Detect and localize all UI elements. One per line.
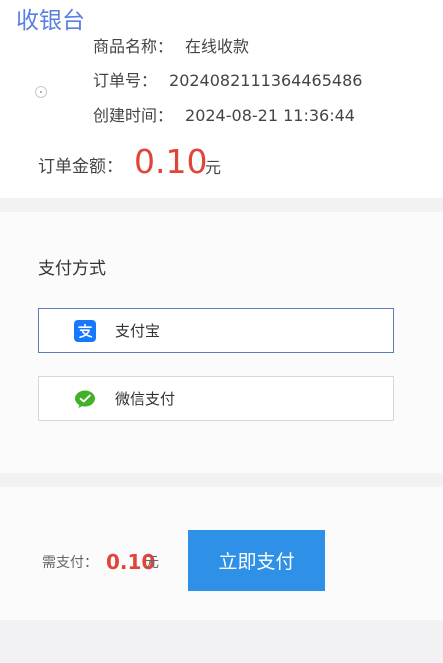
product-name-label: 商品名称： bbox=[93, 37, 174, 56]
wechat-pay-option-label: 微信支付 bbox=[115, 390, 176, 408]
product-name-row: 商品名称： 在线收款 bbox=[93, 35, 249, 59]
order-amount-value: 0.10 bbox=[134, 142, 208, 181]
bottom-spacer bbox=[0, 620, 443, 663]
page-title: 收银台 bbox=[16, 8, 85, 34]
order-number-value: 2024082111364465486 bbox=[169, 71, 363, 90]
alipay-option-label: 支付宝 bbox=[115, 322, 161, 340]
order-number-row: 订单号： 2024082111364465486 bbox=[93, 69, 362, 93]
created-time-label: 创建时间： bbox=[93, 106, 174, 125]
wechat-icon bbox=[74, 388, 96, 410]
radio-indicator-icon bbox=[35, 86, 47, 98]
wechat-pay-option[interactable]: 微信支付 bbox=[38, 376, 394, 421]
amount-due-unit: 元 bbox=[145, 555, 159, 571]
payment-method-title: 支付方式 bbox=[38, 259, 106, 279]
alipay-icon bbox=[74, 320, 96, 342]
pay-bar: 需支付： 0.10 元 立即支付 bbox=[0, 487, 443, 620]
alipay-option[interactable]: 支付宝 bbox=[38, 308, 394, 353]
order-summary-card: 收银台 商品名称： 在线收款 订单号： 2024082111364465486 创建… bbox=[0, 0, 443, 198]
order-amount-label: 订单金额： bbox=[38, 157, 123, 177]
order-number-label: 订单号： bbox=[93, 71, 158, 90]
pay-now-button[interactable]: 立即支付 bbox=[188, 530, 325, 591]
created-time-value: 2024-08-21 11:36:44 bbox=[185, 106, 355, 125]
cashier-page: 收银台 商品名称： 在线收款 订单号： 2024082111364465486 创建… bbox=[0, 0, 443, 663]
created-time-row: 创建时间： 2024-08-21 11:36:44 bbox=[93, 104, 355, 128]
product-name-value: 在线收款 bbox=[185, 37, 250, 56]
amount-due-label: 需支付： bbox=[42, 555, 98, 571]
payment-method-card: 支付方式 支付宝 微信支付 bbox=[0, 212, 443, 473]
order-amount-unit: 元 bbox=[205, 158, 222, 177]
